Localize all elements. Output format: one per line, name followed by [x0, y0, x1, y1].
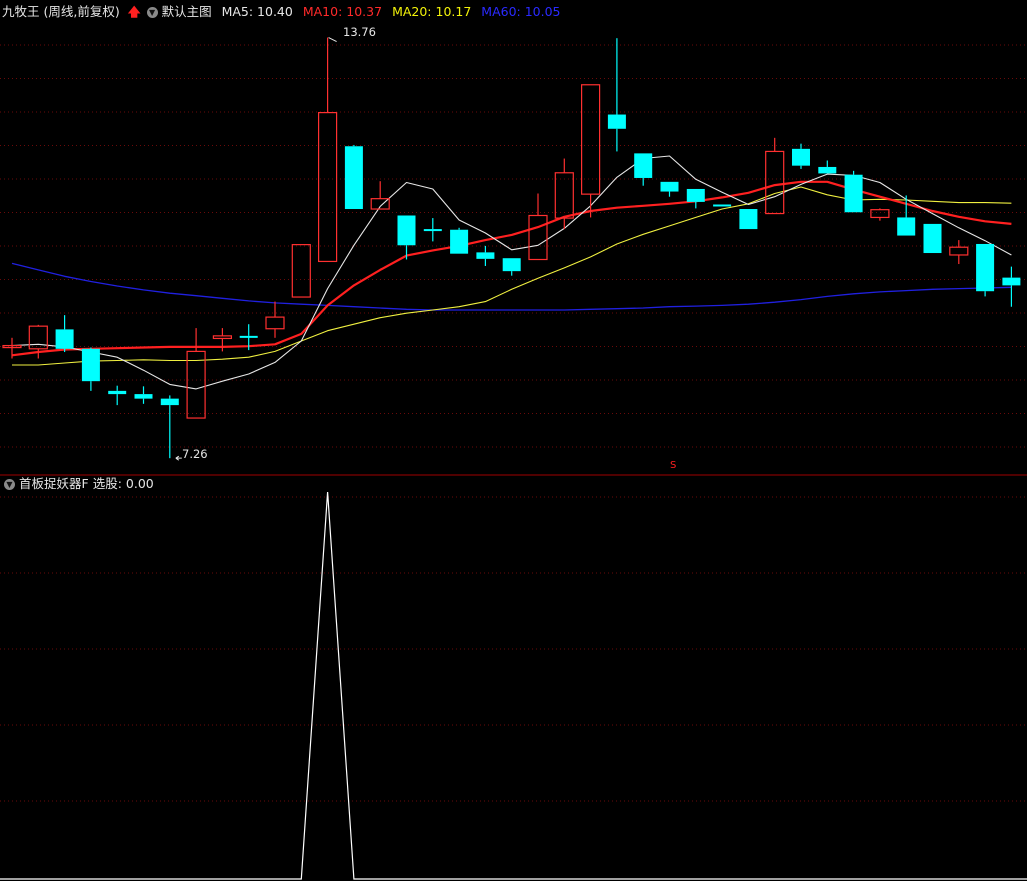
candle-body	[554, 172, 574, 219]
candle-body	[239, 335, 258, 338]
candle-body	[344, 146, 363, 210]
candle-body	[134, 394, 153, 399]
candle-body	[160, 398, 179, 406]
candle-body	[186, 350, 206, 419]
candle-body	[212, 335, 232, 340]
candle-body	[450, 229, 469, 254]
low-marker	[175, 455, 182, 461]
candle-body	[108, 390, 127, 395]
candle-body	[318, 111, 338, 263]
candle-body	[502, 258, 521, 272]
candle-body	[397, 215, 416, 246]
candle-body	[580, 84, 601, 195]
candle-body	[765, 150, 785, 215]
candle-body	[897, 217, 916, 236]
candle-body	[976, 243, 995, 292]
low-price-label: 7.26	[182, 447, 208, 461]
candle-body	[1002, 277, 1021, 286]
candle-body	[792, 148, 810, 166]
indicator-header: ▼ 首板捉妖器F 选股: 0.00	[2, 473, 158, 495]
candle-body	[923, 223, 942, 254]
candle-body	[81, 348, 100, 382]
signal-line	[0, 491, 1027, 880]
candle-body	[607, 114, 626, 129]
candle-body	[634, 153, 653, 178]
candle-body	[55, 329, 74, 349]
kline-chart[interactable]	[0, 0, 1027, 881]
candle-body	[660, 181, 679, 192]
candle-body	[949, 246, 969, 256]
candle-body	[818, 166, 837, 174]
candle-body	[476, 252, 495, 259]
indicator-value: 选股: 0.00	[92, 476, 154, 491]
candle-body	[739, 209, 758, 230]
candle-body	[265, 316, 285, 330]
candle-body	[423, 229, 442, 232]
ma20-line	[12, 186, 1012, 366]
candle-body	[870, 209, 890, 219]
candle-body	[528, 214, 548, 261]
candle-body	[686, 188, 705, 202]
indicator-title[interactable]: 首板捉妖器F	[19, 473, 89, 495]
candle-body	[844, 174, 863, 213]
high-marker	[328, 37, 337, 42]
high-price-label: 13.76	[343, 25, 376, 39]
candle-body	[291, 244, 311, 298]
candle-body	[713, 204, 732, 207]
chevron-down-icon[interactable]: ▼	[4, 478, 15, 490]
signal-marker: S	[670, 460, 677, 471]
